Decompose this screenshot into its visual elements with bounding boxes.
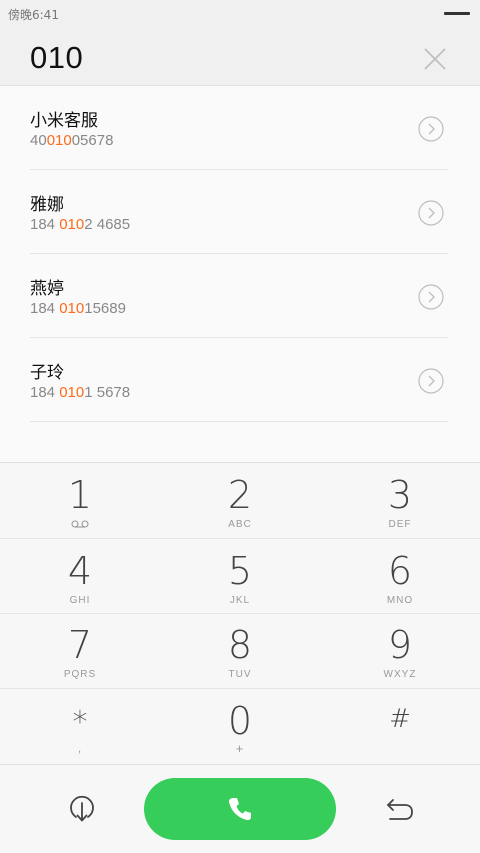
phone-icon [228, 798, 251, 821]
key-1[interactable]: 1 [0, 463, 160, 539]
number-suffix: 05678 [71, 132, 114, 149]
dial-keypad: 1 2 ABC 3 DEF 4 GHI 5 JKL 6 MNO 7 PQRS 8… [0, 462, 480, 764]
dialed-number: 010 [30, 40, 84, 75]
key-8[interactable]: 8 TUV [160, 613, 320, 689]
battery-icon [444, 12, 470, 15]
number-prefix: 184 [30, 216, 60, 233]
key-hash[interactable]: # [320, 689, 480, 765]
hide-keypad-button[interactable] [66, 793, 98, 825]
key-digit: 7 [67, 623, 93, 667]
contact-detail-button[interactable] [418, 200, 444, 226]
bottom-bar [0, 764, 480, 853]
key-letters: GHI [69, 595, 91, 606]
key-6[interactable]: 6 MNO [320, 539, 480, 615]
contact-number: 184 0101 5678 [30, 384, 130, 401]
contact-number: 184 0102 4685 [30, 216, 130, 233]
contact-detail-button[interactable] [418, 284, 444, 310]
number-match: 010 [59, 216, 85, 233]
key-digit: 6 [387, 549, 413, 593]
key-2[interactable]: 2 ABC [160, 463, 320, 539]
number-suffix: 15689 [84, 300, 126, 317]
key-letters: JKL [229, 595, 251, 606]
voicemail-icon [71, 520, 89, 528]
contact-number: 184 01015689 [30, 300, 126, 317]
key-digit: 3 [387, 473, 413, 517]
key-letters: MNO [386, 595, 414, 606]
key-digit: 9 [387, 623, 413, 667]
chevron-right-circle-icon [418, 284, 444, 310]
contact-detail-button[interactable] [418, 368, 444, 394]
chevron-right-circle-icon [418, 200, 444, 226]
contact-detail-button[interactable] [418, 116, 444, 142]
key-digit: # [389, 704, 411, 734]
backspace-button[interactable] [384, 795, 416, 825]
key-3[interactable]: 3 DEF [320, 463, 480, 539]
clear-button[interactable] [420, 44, 450, 74]
number-match: 010 [59, 300, 85, 317]
key-digit: 8 [227, 623, 253, 667]
key-digit: 1 [67, 473, 93, 517]
number-suffix: 2 4685 [84, 216, 131, 233]
key-letters: TUV [228, 669, 252, 680]
key-letters: ABC [228, 519, 252, 530]
chevron-right-circle-icon [418, 368, 444, 394]
contact-number: 4001005678 [30, 132, 113, 149]
contact-row[interactable]: 子玲 184 0101 5678 [30, 338, 448, 422]
key-5[interactable]: 5 JKL [160, 539, 320, 615]
dial-header: 010 [0, 28, 480, 86]
number-prefix: 184 [30, 300, 60, 317]
status-time: 傍晚6:41 [8, 8, 59, 22]
key-0[interactable]: 0 + [160, 689, 320, 765]
contact-name: 子玲 [30, 363, 64, 383]
close-icon [424, 48, 446, 70]
number-match: 010 [46, 132, 72, 149]
key-digit: 2 [227, 473, 253, 517]
contact-row[interactable]: 燕婷 184 01015689 [30, 254, 448, 338]
call-button[interactable] [144, 778, 336, 840]
contact-name: 雅娜 [30, 195, 64, 215]
key-letters: DEF [388, 519, 412, 530]
arrow-down-circle-icon [70, 795, 94, 822]
key-7[interactable]: 7 PQRS [0, 613, 160, 689]
key-letters: WXYZ [383, 669, 417, 680]
key-letters: , [77, 741, 83, 755]
number-match: 010 [59, 384, 85, 401]
key-star[interactable]: * , [0, 689, 160, 765]
undo-arrow-icon [387, 799, 413, 820]
contact-name: 小米客服 [30, 111, 98, 131]
key-4[interactable]: 4 GHI [0, 539, 160, 615]
contact-list: 小米客服 4001005678 雅娜 184 0102 4685 燕婷 184 … [0, 86, 480, 462]
number-suffix: 1 5678 [84, 384, 131, 401]
key-letters: + [235, 741, 245, 756]
number-prefix: 184 [30, 384, 60, 401]
key-9[interactable]: 9 WXYZ [320, 613, 480, 689]
number-prefix: 40 [30, 132, 47, 149]
key-letters: PQRS [63, 669, 97, 680]
key-digit: 0 [227, 699, 253, 743]
chevron-right-circle-icon [418, 116, 444, 142]
contact-row[interactable]: 小米客服 4001005678 [30, 86, 448, 170]
status-bar: 傍晚6:41 [0, 0, 480, 28]
contact-row[interactable]: 雅娜 184 0102 4685 [30, 170, 448, 254]
key-digit: 5 [227, 549, 253, 593]
key-digit: 4 [67, 549, 93, 593]
key-digit: * [72, 705, 88, 740]
contact-name: 燕婷 [30, 279, 64, 299]
